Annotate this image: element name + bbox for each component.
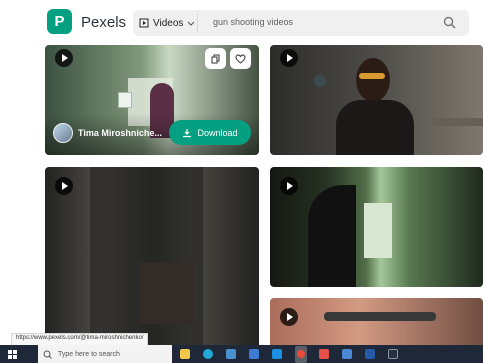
shooter-head — [356, 58, 390, 102]
heart-icon — [235, 53, 246, 64]
video-icon — [139, 18, 149, 28]
docs-icon[interactable] — [342, 349, 352, 359]
play-icon — [280, 49, 298, 67]
download-button[interactable]: Download — [169, 120, 251, 145]
play-icon — [280, 308, 298, 326]
word-icon[interactable] — [365, 349, 375, 359]
author-avatar — [53, 123, 73, 143]
media-type-label: Videos — [153, 17, 184, 29]
chevron-down-icon — [188, 21, 195, 26]
play-icon — [280, 177, 298, 195]
windows-start-icon[interactable] — [8, 350, 17, 359]
shooter-body — [336, 100, 414, 155]
media-icon[interactable] — [319, 349, 329, 359]
download-icon — [183, 128, 192, 137]
collection-button[interactable] — [205, 48, 226, 69]
brand-name[interactable]: Pexels — [81, 14, 126, 31]
author-name: Tima Miroshniche... — [78, 128, 162, 138]
search-bar[interactable]: Videos gun shooting videos — [133, 10, 469, 36]
chrome-icon — [297, 350, 305, 358]
files-icon[interactable] — [226, 349, 236, 359]
video-card-range-dark[interactable] — [45, 167, 259, 350]
taskbar-search-placeholder: Type here to search — [58, 350, 120, 358]
like-button[interactable] — [230, 48, 251, 69]
video-card-rifle-scope[interactable] — [270, 298, 483, 350]
video-card-marksman[interactable] — [270, 45, 483, 155]
store-icon[interactable] — [249, 349, 259, 359]
video-card-range-green[interactable] — [270, 167, 483, 287]
download-label: Download — [197, 127, 238, 138]
taskbar-search[interactable]: Type here to search — [38, 345, 172, 363]
terminal-icon[interactable] — [388, 349, 398, 359]
wall-target — [314, 75, 326, 87]
shooting-glasses — [359, 73, 385, 79]
taskbar-search-icon — [43, 350, 52, 359]
windows-taskbar: Type here to search — [0, 345, 483, 363]
media-type-selector[interactable]: Videos — [139, 10, 195, 36]
search-icon[interactable] — [443, 16, 457, 30]
rifle-barrel — [432, 118, 483, 126]
rifle-scope — [324, 312, 436, 321]
author-link[interactable]: Tima Miroshniche... — [53, 123, 162, 143]
search-divider — [197, 14, 198, 32]
edge-icon[interactable] — [203, 349, 213, 359]
target-sheet — [118, 92, 132, 108]
pexels-logo[interactable]: P — [47, 9, 72, 34]
search-input[interactable]: gun shooting videos — [213, 17, 293, 27]
explorer-icon[interactable] — [180, 349, 190, 359]
lane-booth — [139, 262, 193, 324]
play-icon — [55, 177, 73, 195]
foreground-shooter — [308, 185, 356, 287]
corridor-light — [364, 203, 392, 258]
mail-icon[interactable] — [272, 349, 282, 359]
chrome-active-tab[interactable] — [295, 346, 307, 363]
top-header: P Pexels Videos gun shooting videos — [0, 0, 483, 45]
play-icon — [55, 49, 73, 67]
copy-icon — [211, 54, 219, 63]
video-card-featured[interactable]: Tima Miroshniche... Download — [45, 45, 259, 155]
